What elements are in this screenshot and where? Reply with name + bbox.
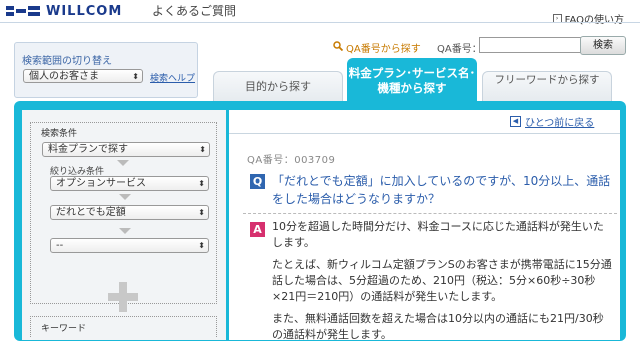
filter-select-2[interactable]: だれとでも定額 ⬍ (50, 205, 209, 220)
question-text: 「だれとでも定額」に加入しているのですが、10分以上、通話をした場合はどうなりま… (272, 174, 611, 206)
search-type-value: 料金プランで探す (48, 144, 128, 155)
back-link-label: ひとつ前に戻る (525, 118, 595, 129)
filter-select-1[interactable]: オプションサービス ⬍ (50, 176, 209, 191)
select-arrows-icon: ⬍ (199, 145, 206, 154)
willcom-logo[interactable]: WILLCOM (6, 2, 122, 20)
magnifier-icon (333, 41, 344, 54)
qa-divider (243, 213, 617, 214)
search-help-link[interactable]: 検索ヘルプ (150, 71, 195, 84)
qa-number-display: QA番号：003709 (247, 155, 336, 166)
content-divider (229, 133, 620, 134)
filter-1-value: オプションサービス (56, 178, 146, 189)
answer-badge: A (250, 222, 265, 237)
scope-select[interactable]: 個人のお客さま ⬍ (23, 69, 143, 83)
filter-2-value: だれとでも定額 (56, 207, 126, 218)
down-arrow-icon (119, 194, 131, 200)
filter-select-3[interactable]: -- ⬍ (50, 238, 209, 253)
header-divider (0, 22, 640, 23)
scope-select-value: 個人のお客さま (29, 71, 99, 82)
tab-plan-service-model-label: 料金プラン･サービス名･機種から探す (348, 66, 476, 95)
answer-text: 10分を超過した時間分だけ、料金コースに応じた通話料が発生いたします。 たとえば… (272, 219, 612, 349)
qa-number-label: QA番号： (437, 44, 482, 55)
answer-paragraph: たとえば、新ウィルコム定額プランSのお客さまが携帯電話に15分通話した場合は、5… (272, 258, 612, 303)
answer-paragraph: また、無料通話回数を超えた場合は10分以内の通話にも21円/30秒の通話料が発生… (272, 312, 604, 341)
tab-plan-service-model[interactable]: 料金プラン･サービス名･機種から探す (347, 58, 477, 104)
select-arrows-icon: ⬍ (132, 72, 139, 81)
tab-purpose-label: 目的から探す (245, 80, 311, 93)
filter-3-value: -- (56, 240, 64, 251)
back-link[interactable]: ◀ ひとつ前に戻る (510, 114, 594, 129)
keyword-title: キーワード (41, 324, 87, 334)
answer-paragraph: 10分を超過した時間分だけ、料金コースに応じた通話料が発生いたします。 (272, 220, 604, 249)
faq-help-link[interactable]: › FAQの使い方 (552, 11, 624, 26)
search-button[interactable]: 検索 (580, 36, 626, 55)
tab-free-word-label: フリーワードから探す (494, 74, 600, 86)
select-arrows-icon: ⬍ (198, 179, 205, 188)
select-arrows-icon: ⬍ (198, 241, 205, 250)
down-arrow-icon (119, 228, 131, 234)
scope-title: 検索範囲の切り替え (22, 56, 112, 67)
tab-purpose[interactable]: 目的から探す (213, 71, 343, 102)
page-title: よくあるご質問 (152, 4, 237, 18)
tab-free-word[interactable]: フリーワードから探す (482, 71, 612, 101)
qa-number-search-link[interactable]: QA番号から探す (333, 40, 421, 55)
down-arrow-icon (117, 160, 129, 166)
question-badge: Q (250, 174, 265, 189)
qa-number-search-label: QA番号から探す (346, 44, 421, 55)
search-type-select[interactable]: 料金プランで探す ⬍ (42, 142, 210, 157)
plus-icon (108, 281, 138, 321)
back-arrow-icon: ◀ (510, 116, 521, 127)
logo-mark-icon (6, 6, 40, 16)
qa-number-input[interactable] (479, 37, 582, 53)
condition-title: 検索条件 (41, 129, 78, 139)
faq-help-label: FAQの使い方 (564, 15, 624, 26)
logo-text: WILLCOM (46, 3, 123, 19)
select-arrows-icon: ⬍ (198, 208, 205, 217)
